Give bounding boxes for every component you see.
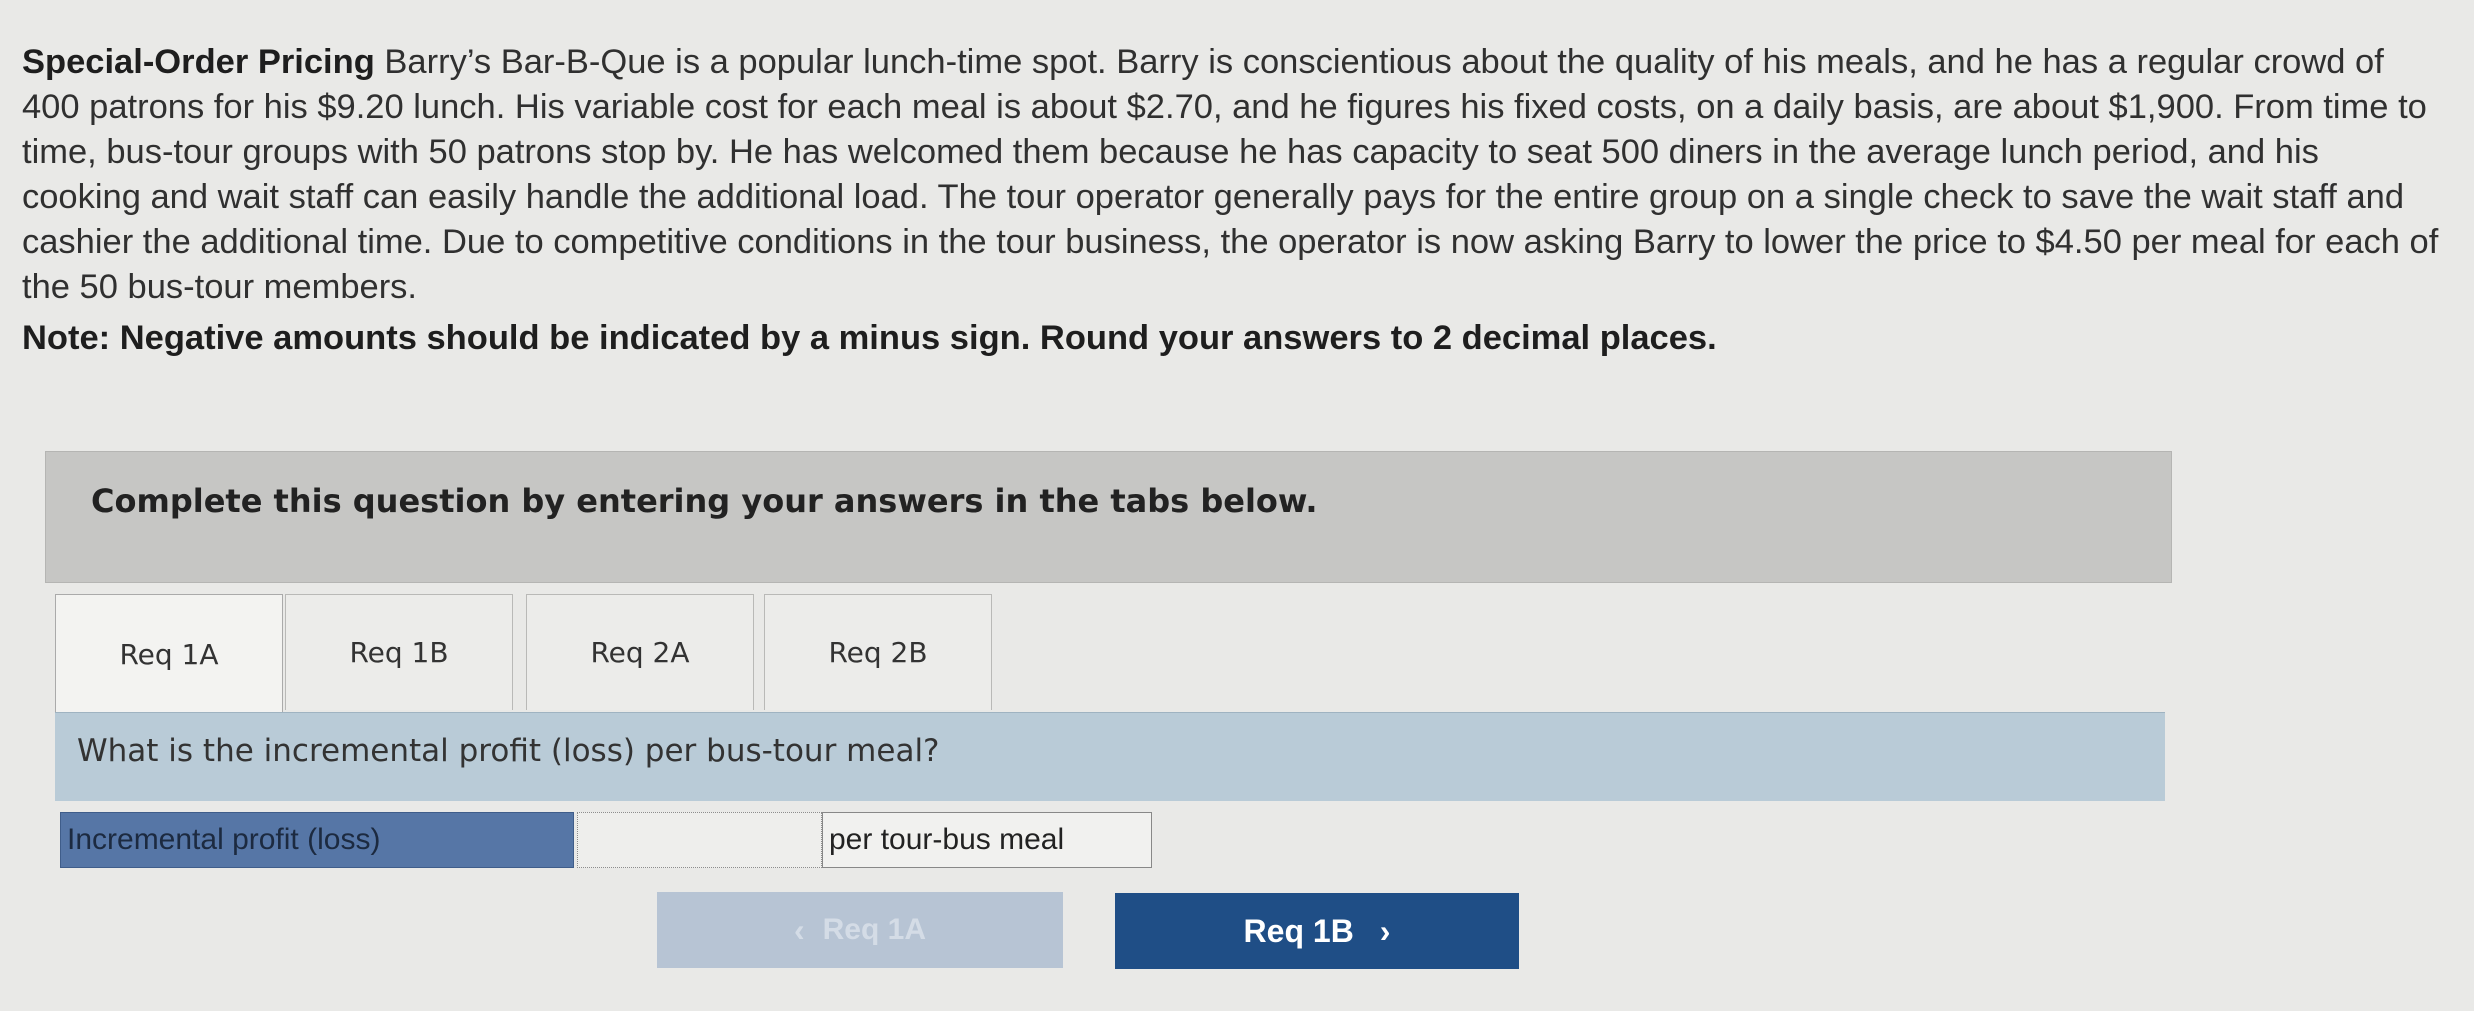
question-text: What is the incremental profit (loss) pe… bbox=[77, 733, 940, 769]
tab-req-1a[interactable]: Req 1A bbox=[55, 594, 283, 714]
answer-label: Incremental profit (loss) bbox=[60, 812, 574, 868]
next-req-label: Req 1B bbox=[1243, 912, 1354, 949]
tab-req-2a[interactable]: Req 2A bbox=[526, 594, 754, 710]
instruction-banner: Complete this question by entering your … bbox=[45, 451, 2172, 583]
problem-note: Note: Negative amounts should be indicat… bbox=[22, 319, 1717, 357]
question-bar: What is the incremental profit (loss) pe… bbox=[55, 712, 2165, 801]
next-req-button[interactable]: Req 1B › bbox=[1115, 893, 1519, 969]
incremental-profit-input[interactable] bbox=[577, 812, 822, 868]
tab-req-2b[interactable]: Req 2B bbox=[764, 594, 992, 710]
answer-unit: per tour-bus meal bbox=[822, 812, 1152, 868]
chevron-right-icon: › bbox=[1379, 912, 1391, 949]
instruction-text: Complete this question by entering your … bbox=[91, 482, 1318, 520]
prev-req-button[interactable]: ‹ Req 1A bbox=[657, 892, 1063, 968]
requirement-tabs: Req 1A Req 1B Req 2A Req 2B bbox=[55, 594, 1005, 714]
prev-req-label: Req 1A bbox=[822, 913, 926, 946]
problem-body: Barry’s Bar-B-Que is a popular lunch-tim… bbox=[22, 43, 2439, 306]
problem-title: Special-Order Pricing bbox=[22, 43, 375, 81]
tab-req-1b[interactable]: Req 1B bbox=[285, 594, 513, 710]
chevron-left-icon: ‹ bbox=[793, 911, 805, 948]
problem-statement: Special-Order Pricing Barry’s Bar-B-Que … bbox=[22, 40, 2442, 361]
